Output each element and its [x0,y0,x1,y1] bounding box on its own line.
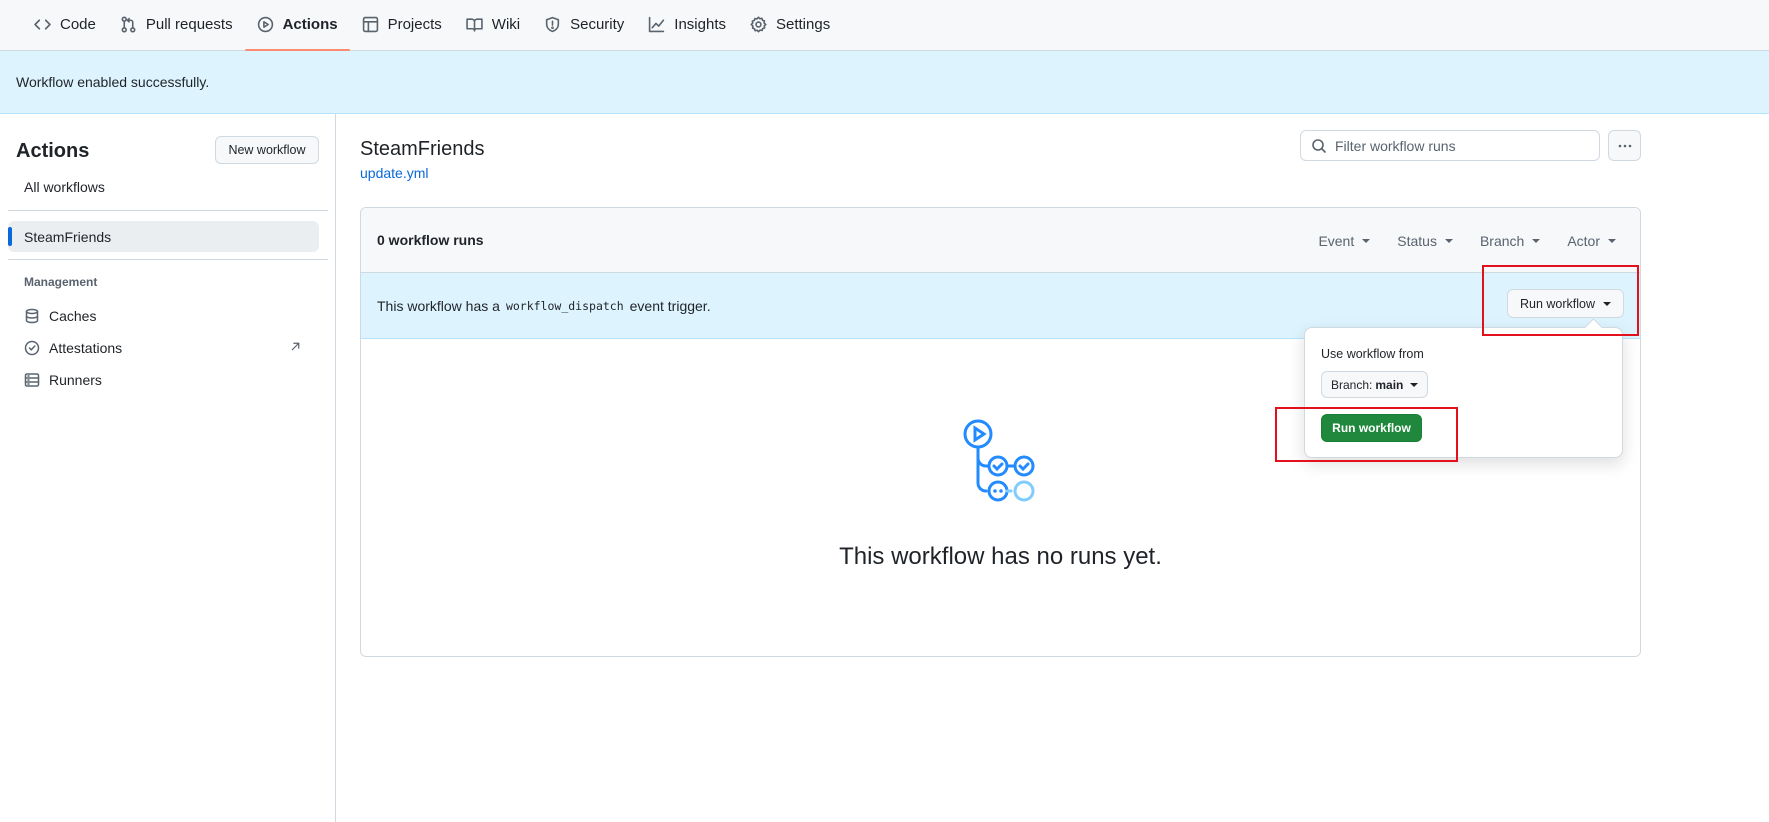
run-workflow-popover: Use workflow from Branch: main Run workf… [1304,327,1623,458]
management-heading: Management [24,275,98,289]
dispatch-text-prefix: This workflow has a [377,297,500,314]
tab-label: Settings [776,16,831,33]
page-title: SteamFriends [360,138,485,160]
gear-icon [750,16,767,33]
run-workflow-button[interactable]: Run workflow [1321,414,1422,442]
run-workflow-dropdown-label: Run workflow [1519,296,1596,311]
table-icon [362,16,378,33]
search-icon [1312,138,1327,153]
server-icon [24,373,40,387]
filter-workflow-runs-input[interactable] [1335,137,1585,154]
sidebar-item-all-workflows[interactable]: All workflows [24,179,105,195]
filter-label: Branch [1479,232,1525,249]
dispatch-trigger-code: workflow_dispatch [505,298,624,313]
sidebar-item-attestations[interactable]: Attestations [24,336,314,360]
filter-label: Event [1318,232,1355,249]
tab-label: Pull requests [145,16,233,33]
kebab-horizontal-icon [1618,144,1631,147]
book-icon [466,18,483,32]
actor-filter-dropdown[interactable]: Actor [1567,233,1616,249]
status-filter-dropdown[interactable]: Status [1397,233,1453,249]
flash-banner: Workflow enabled successfully. [0,51,1769,114]
sidebar-title: Actions [16,140,90,162]
more-options-button[interactable] [1608,130,1641,161]
database-icon [25,308,39,324]
tab-actions[interactable]: Actions [244,0,350,51]
graph-icon [649,16,665,33]
tab-label: Projects [387,16,442,33]
runs-header: 0 workflow runs Event Status Branch Acto… [361,208,1640,273]
tab-label: Code [60,16,96,33]
code-icon [34,19,51,30]
filter-label: Actor [1567,232,1600,249]
flash-message: Workflow enabled successfully. [16,74,210,90]
caret-down-icon [1603,301,1612,306]
run-workflow-dropdown-button[interactable]: Run workflow [1507,289,1624,318]
sidebar-item-label: Caches [49,308,97,324]
workflow-file-link[interactable]: update.yml [360,165,428,181]
external-link-icon [291,342,300,351]
caret-down-icon [1444,238,1453,243]
tab-label: Security [570,16,625,33]
filter-box [1300,130,1600,161]
tab-pull-requests[interactable]: Pull requests [108,0,245,50]
tab-label: Insights [674,16,726,33]
filter-label: Status [1397,232,1437,249]
sidebar-item-runners[interactable]: Runners [24,368,314,392]
repo-nav: Code Pull requests Actions Projects Wiki… [0,0,1769,51]
branch-prefix: Branch: [1331,377,1373,392]
branch-select-button[interactable]: Branch: main [1321,371,1429,398]
new-workflow-button[interactable]: New workflow [215,136,319,164]
sidebar-divider [8,210,328,211]
event-filter-dropdown[interactable]: Event [1318,232,1371,249]
caret-down-icon [1608,238,1616,243]
tab-code[interactable]: Code [22,0,108,50]
workflow-graph-icon [963,419,1035,502]
empty-state-message: This workflow has no runs yet. [839,543,1162,570]
tab-insights[interactable]: Insights [636,0,738,50]
dispatch-text-suffix: event trigger. [629,297,711,314]
verified-icon [24,340,40,356]
tab-label: Wiki [491,16,521,33]
sidebar-item-steamfriends[interactable]: SteamFriends [8,221,319,252]
sidebar-item-label: SteamFriends [24,228,112,245]
branch-name: main [1375,377,1404,392]
caret-down-icon [1362,238,1371,243]
play-icon [257,16,273,33]
tab-security[interactable]: Security [532,0,636,50]
actions-sidebar: Actions New workflow All workflows Steam… [0,114,336,822]
use-workflow-from-label: Use workflow from [1321,347,1424,361]
run-filters: Event Status Branch Actor [1318,208,1616,273]
sidebar-item-caches[interactable]: Caches [24,304,314,328]
shield-icon [545,16,560,33]
run-count: 0 workflow runs [377,232,484,248]
pull-request-icon [121,16,136,33]
sidebar-item-label: Attestations [49,340,123,356]
tab-settings[interactable]: Settings [738,0,842,50]
sidebar-item-label: Runners [49,372,102,388]
branch-filter-dropdown[interactable]: Branch [1479,232,1541,249]
tab-label: Actions [282,16,338,33]
caret-down-icon [1410,382,1419,387]
tab-projects[interactable]: Projects [350,0,454,50]
caret-down-icon [1532,238,1541,243]
sidebar-divider [8,259,328,260]
tab-wiki[interactable]: Wiki [454,0,532,50]
